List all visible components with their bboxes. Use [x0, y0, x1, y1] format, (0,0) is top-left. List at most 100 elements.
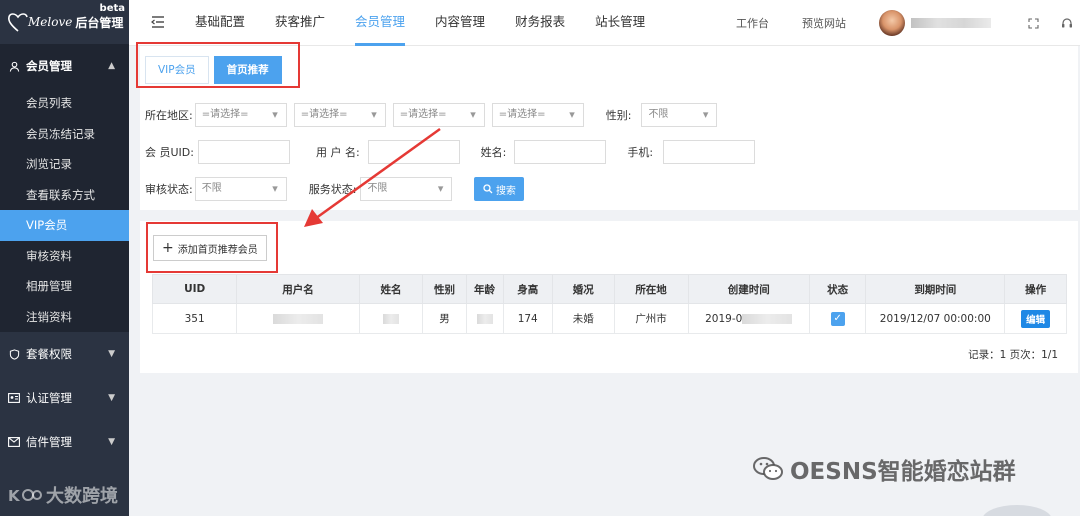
cell-name — [358, 303, 424, 334]
username-blurred[interactable] — [911, 18, 991, 28]
sidebar-watermark: K 大数跨境 — [8, 482, 118, 508]
sidebar-group-label: 认证管理 — [26, 391, 72, 405]
watermark: OESNS智能婚恋站群 — [752, 452, 1016, 486]
uid-input[interactable] — [197, 140, 290, 164]
region-select-city[interactable]: =请选择= — [293, 103, 386, 127]
service-status-select[interactable]: 不限 — [360, 177, 453, 201]
sidebar-item-freeze-log[interactable]: 会员冻结记录 — [0, 119, 129, 150]
watermark-text: 大数跨境 — [46, 486, 118, 507]
service-status-label: 服务状态: — [308, 183, 357, 196]
brand-title: 后台管理 — [75, 15, 124, 30]
edit-button[interactable]: 编辑 — [1021, 309, 1051, 328]
gender-select[interactable]: 不限 — [641, 103, 718, 127]
col-actions: 操作 — [1004, 274, 1067, 304]
tab-finance[interactable]: 财务报表 — [515, 0, 565, 46]
col-status: 状态 — [808, 274, 867, 304]
tab-content[interactable]: 内容管理 — [435, 0, 485, 46]
col-height: 身高 — [502, 274, 553, 304]
table-row: 351 男 174 未婚 广州市 2019-0 ✓ 2019/12/07 00:… — [151, 303, 1067, 334]
sidebar-item-vip[interactable]: VIP会员 — [0, 210, 129, 241]
uid-label: 会 员UID: — [145, 146, 194, 159]
phone-input[interactable] — [663, 140, 756, 164]
top-nav: 基础配置 获客推广 会员管理 内容管理 财务报表 站长管理 — [195, 0, 675, 46]
sidebar-item-cancel[interactable]: 注销资料 — [0, 302, 129, 333]
topbar: 基础配置 获客推广 会员管理 内容管理 财务报表 站长管理 工作台 预览网站 — [129, 0, 1080, 46]
region-select-area[interactable]: =请选择= — [491, 103, 584, 127]
tab-acquisition[interactable]: 获客推广 — [275, 0, 325, 46]
cell-location: 广州市 — [613, 303, 689, 334]
watermark-text: OESNS智能婚恋站群 — [790, 459, 1016, 485]
username-label: 用 户 名: — [315, 146, 360, 159]
sidebar-item-browse-log[interactable]: 浏览记录 — [0, 149, 129, 180]
created-text: 2019-0 — [705, 312, 743, 325]
filter-row-2: 会 员UID: 用 户 名: 姓名: 手机: — [145, 140, 756, 164]
sidebar-group-mail[interactable]: 信件管理 ▼ — [0, 420, 129, 464]
sidebar-group-member[interactable]: 会员管理 ▲ — [0, 44, 129, 88]
avatar[interactable] — [879, 10, 905, 36]
pagination-info: 记录：1 页次：1/1 — [968, 349, 1058, 361]
col-uid: UID — [151, 274, 238, 304]
heart-logo-icon — [8, 13, 28, 32]
region-select-district[interactable]: =请选择= — [392, 103, 485, 127]
status-checkbox[interactable]: ✓ — [830, 311, 845, 326]
cell-uid: 351 — [151, 303, 238, 334]
filter-row-1: 所在地区: =请选择= =请选择= =请选择= =请选择= 性别: 不限 — [145, 103, 718, 127]
search-button[interactable]: 搜索 — [474, 177, 525, 201]
id-card-icon — [8, 392, 20, 404]
cell-status: ✓ — [808, 303, 867, 334]
blurred-created — [742, 313, 793, 324]
sidebar-item-member-list[interactable]: 会员列表 — [0, 88, 129, 119]
username-input[interactable] — [367, 140, 460, 164]
sidebar-item-review[interactable]: 审核资料 — [0, 241, 129, 272]
table-header-row: UID 用户名 姓名 性别 年龄 身高 婚况 所在地 创建时间 状态 到期时间 … — [151, 274, 1067, 304]
beta-badge: beta — [99, 3, 125, 14]
preview-site-link[interactable]: 预览网站 — [802, 15, 846, 31]
floating-help-button[interactable] — [982, 505, 1052, 516]
search-button-label: 搜索 — [495, 185, 516, 197]
cell-expiry: 2019/12/07 00:00:00 — [865, 303, 1006, 334]
svg-text:K: K — [8, 487, 21, 505]
annotation-box-add — [146, 222, 278, 273]
cell-age — [465, 303, 504, 334]
col-username: 用户名 — [236, 274, 360, 304]
col-expiry: 到期时间 — [865, 274, 1006, 304]
tab-webmaster[interactable]: 站长管理 — [595, 0, 645, 46]
tab-member-management[interactable]: 会员管理 — [355, 0, 406, 46]
blurred-name — [383, 313, 399, 324]
workbench-link[interactable]: 工作台 — [736, 15, 769, 31]
sidebar-group-label: 信件管理 — [26, 435, 72, 449]
headset-icon[interactable] — [1060, 16, 1074, 30]
cell-username — [236, 303, 360, 334]
wechat-icon — [753, 457, 783, 480]
sidebar-item-contact-views[interactable]: 查看联系方式 — [0, 180, 129, 211]
sidebar-group-package[interactable]: 套餐权限 ▼ — [0, 332, 129, 376]
sidebar-item-albums[interactable]: 相册管理 — [0, 271, 129, 302]
tab-basic-config[interactable]: 基础配置 — [195, 0, 245, 46]
user-icon — [8, 60, 20, 72]
col-marital: 婚况 — [551, 274, 615, 304]
region-select-province[interactable]: =请选择= — [194, 103, 287, 127]
cell-actions: 编辑 — [1004, 303, 1067, 334]
audit-status-select[interactable]: 不限 — [194, 177, 287, 201]
list-panel: + 添加首页推荐会员 UID 用户名 姓名 性别 年龄 身高 婚况 所在地 创建… — [140, 221, 1078, 373]
sidebar-group-auth[interactable]: 认证管理 ▼ — [0, 376, 129, 420]
region-label: 所在地区: — [145, 109, 193, 122]
chevron-down-icon: ▼ — [108, 349, 115, 359]
fullscreen-icon[interactable] — [1026, 16, 1040, 30]
top-right: 工作台 预览网站 — [736, 0, 1080, 46]
name-input[interactable] — [514, 140, 607, 164]
cell-marital: 未婚 — [551, 303, 615, 334]
col-location: 所在地 — [613, 274, 689, 304]
phone-label: 手机: — [627, 146, 654, 159]
sidebar-group-label: 会员管理 — [26, 59, 72, 73]
menu-toggle-icon[interactable] — [151, 15, 165, 29]
filter-row-3: 审核状态: 不限 服务状态: 不限 搜索 — [145, 177, 525, 201]
mail-icon — [8, 436, 20, 448]
col-created: 创建时间 — [687, 274, 810, 304]
chevron-up-icon: ▲ — [108, 61, 115, 71]
watermark-logo-icon: K — [8, 487, 42, 505]
brand[interactable]: Melove 后台管理 beta — [0, 0, 129, 44]
cell-gender: 男 — [422, 303, 467, 334]
cell-height: 174 — [502, 303, 553, 334]
annotation-box-tabs — [136, 42, 300, 88]
